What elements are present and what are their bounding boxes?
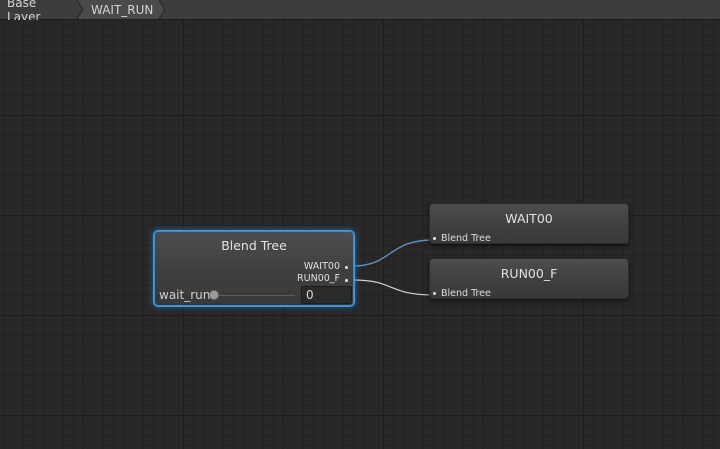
breadcrumb-separator-icon bbox=[159, 0, 171, 19]
output-port-wait00[interactable] bbox=[345, 266, 348, 269]
breadcrumb-item-wait-run[interactable]: WAIT_RUN bbox=[83, 0, 171, 19]
input-port-row: Blend Tree bbox=[433, 288, 491, 299]
input-port-dot-icon[interactable] bbox=[433, 292, 436, 295]
breadcrumb-item-base-layer[interactable]: Base Layer bbox=[0, 0, 89, 24]
input-port-dot-icon[interactable] bbox=[433, 237, 436, 240]
parameter-slider-knob[interactable] bbox=[209, 290, 219, 300]
node-title: WAIT00 bbox=[505, 211, 553, 226]
node-title: Blend Tree bbox=[221, 238, 287, 253]
input-port-label: Blend Tree bbox=[441, 233, 491, 244]
breadcrumb-separator-icon bbox=[77, 0, 89, 19]
parameter-slider-track[interactable] bbox=[213, 295, 295, 296]
node-title: RUN00_F bbox=[500, 266, 558, 281]
input-port-row: Blend Tree bbox=[433, 233, 491, 244]
breadcrumb: Base Layer WAIT_RUN bbox=[0, 0, 720, 24]
breadcrumb-label: WAIT_RUN bbox=[91, 2, 154, 17]
input-port-label: Blend Tree bbox=[441, 288, 491, 299]
animator-window: Base Layer WAIT_RUN Blend Tree WAIT00 RU… bbox=[0, 0, 720, 449]
parameter-value-field[interactable]: 0 bbox=[301, 286, 352, 304]
output-port-run00-f[interactable] bbox=[345, 279, 348, 282]
motion-node-run00-f[interactable]: RUN00_F Blend Tree bbox=[429, 258, 629, 299]
output-label-run00-f: RUN00_F bbox=[297, 273, 340, 284]
motion-node-wait00[interactable]: WAIT00 Blend Tree bbox=[429, 203, 629, 244]
blend-tree-node[interactable]: Blend Tree WAIT00 RUN00_F wait_run 0 bbox=[154, 231, 354, 306]
parameter-label: wait_run bbox=[159, 288, 211, 302]
output-label-wait00: WAIT00 bbox=[303, 261, 340, 272]
